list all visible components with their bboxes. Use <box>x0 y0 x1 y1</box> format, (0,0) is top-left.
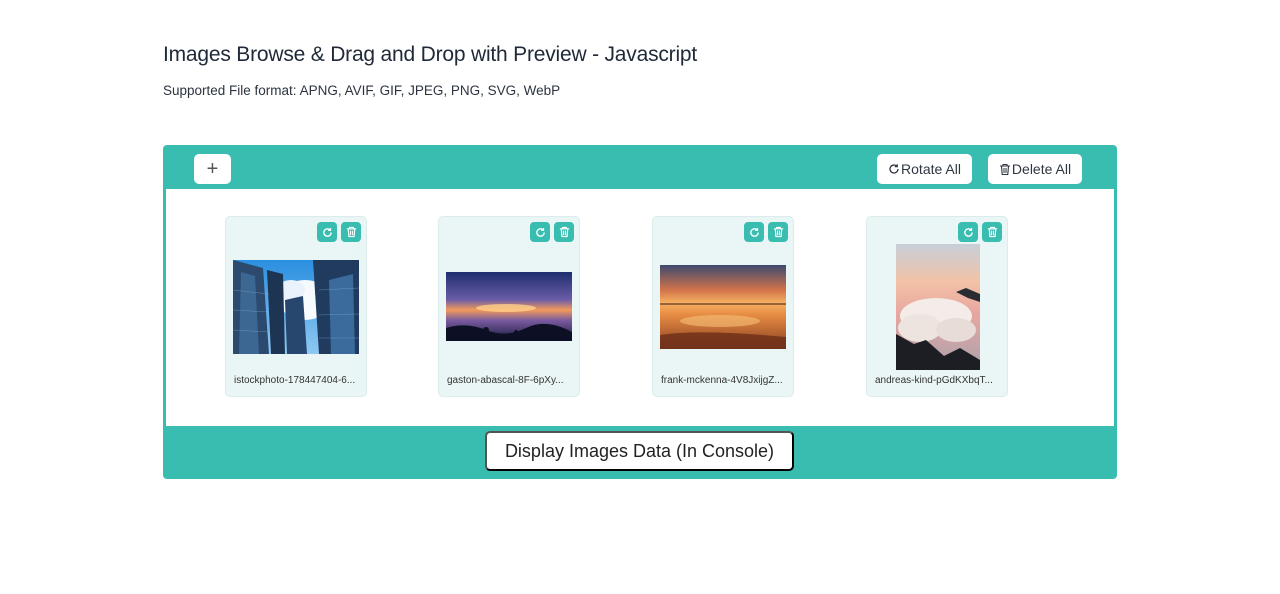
drop-area[interactable]: istockphoto-178447404-6... gaston-abasca… <box>166 189 1114 426</box>
rotate-image-button[interactable] <box>958 222 978 242</box>
rotate-image-button[interactable] <box>317 222 337 242</box>
rotate-icon <box>535 227 545 237</box>
trash-icon <box>999 163 1011 176</box>
rotate-icon <box>888 163 900 175</box>
plus-icon: + <box>206 157 219 180</box>
trash-icon <box>987 226 997 238</box>
image-card: gaston-abascal-8F-6pXy... <box>438 216 580 397</box>
image-filename: andreas-kind-pGdKXbqT... <box>875 375 993 386</box>
delete-all-label: Delete All <box>1011 161 1072 177</box>
image-card: andreas-kind-pGdKXbqT... <box>866 216 1008 397</box>
page-subtitle: Supported File format: APNG, AVIF, GIF, … <box>163 83 561 98</box>
image-preview <box>233 260 359 354</box>
delete-image-button[interactable] <box>768 222 788 242</box>
image-card: istockphoto-178447404-6... <box>225 216 367 397</box>
delete-image-button[interactable] <box>554 222 574 242</box>
image-filename: gaston-abascal-8F-6pXy... <box>447 375 564 386</box>
display-images-data-button[interactable]: Display Images Data (In Console) <box>485 431 794 471</box>
trash-icon <box>773 226 783 238</box>
image-filename: frank-mckenna-4V8JxijgZ... <box>661 375 783 386</box>
rotate-all-button[interactable]: Rotate All <box>877 154 972 184</box>
delete-image-button[interactable] <box>982 222 1002 242</box>
rotate-icon <box>749 227 759 237</box>
trash-icon <box>346 226 356 238</box>
rotate-image-button[interactable] <box>530 222 550 242</box>
image-card: frank-mckenna-4V8JxijgZ... <box>652 216 794 397</box>
rotate-all-label: Rotate All <box>901 161 961 177</box>
delete-image-button[interactable] <box>341 222 361 242</box>
image-preview <box>896 244 980 370</box>
rotate-icon <box>322 227 332 237</box>
delete-all-button[interactable]: Delete All <box>988 154 1082 184</box>
page-title: Images Browse & Drag and Drop with Previ… <box>163 43 698 66</box>
rotate-icon <box>963 227 973 237</box>
add-image-button[interactable]: + <box>194 154 231 184</box>
image-preview <box>446 272 572 341</box>
trash-icon <box>559 226 569 238</box>
image-filename: istockphoto-178447404-6... <box>234 375 356 386</box>
image-preview <box>660 265 786 349</box>
rotate-image-button[interactable] <box>744 222 764 242</box>
upload-panel: + Rotate All Delete All istockphoto-1784… <box>163 145 1117 479</box>
